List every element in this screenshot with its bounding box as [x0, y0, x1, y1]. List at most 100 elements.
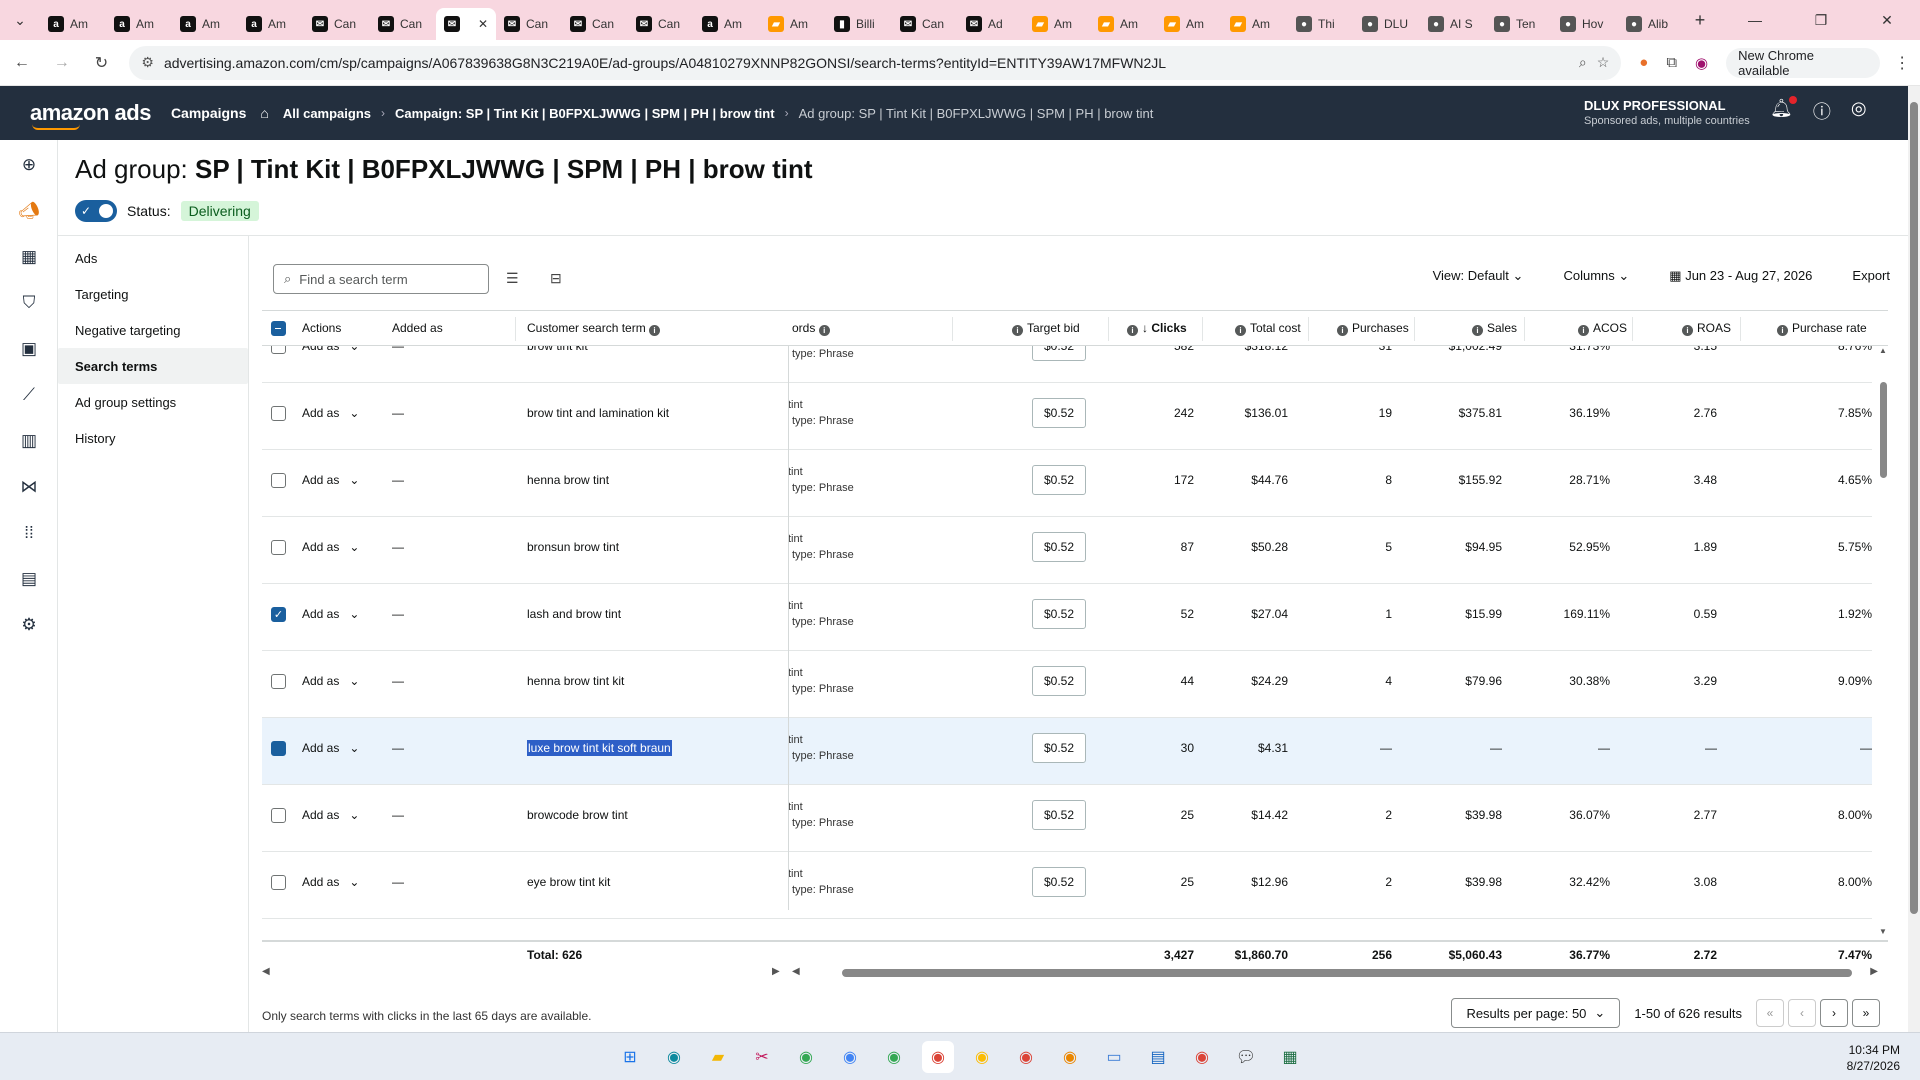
extension-icon[interactable]: ● — [1639, 54, 1648, 71]
close-tab-icon[interactable]: ✕ — [478, 17, 488, 31]
tab-search-icon[interactable]: ⌄ — [0, 0, 40, 40]
edge-browser-icon[interactable]: ◉ — [658, 1041, 690, 1073]
browser-tab[interactable]: a Am — [40, 8, 106, 40]
info-icon[interactable]: i — [818, 325, 830, 336]
browser-tab[interactable]: ● Alib — [1618, 8, 1684, 40]
notifications-bell-icon[interactable]: 🔔︎ — [1770, 96, 1797, 124]
select-all-checkbox[interactable] — [271, 321, 286, 336]
bookmark-star-icon[interactable]: ☆ — [1597, 54, 1610, 71]
column-target-bid[interactable]: i Target bid — [1012, 321, 1080, 336]
subnav-ad-group-settings[interactable]: Ad group settings — [58, 384, 248, 420]
results-per-page-dropdown[interactable]: Results per page: 50 ⌄ — [1451, 998, 1621, 1028]
settings-gear-icon[interactable]: ⚙ — [0, 602, 58, 648]
chrome-profile-icon[interactable]: ◉ — [834, 1041, 866, 1073]
table-vertical-scrollbar[interactable]: ▲ ▼ — [1878, 346, 1888, 936]
browser-tab[interactable]: ▰ Am — [760, 8, 826, 40]
customer-search-term[interactable]: henna brow tint — [527, 473, 609, 487]
info-icon[interactable]: i — [1127, 325, 1138, 336]
create-icon[interactable]: ⊕ — [0, 142, 58, 188]
column-keywords[interactable]: ords i — [792, 321, 834, 336]
row-checkbox[interactable]: ✓ — [271, 607, 286, 622]
chrome-profile-icon[interactable]: ◉ — [1010, 1041, 1042, 1073]
amazon-ads-logo[interactable]: amazon ads — [30, 100, 151, 130]
maximize-icon[interactable]: ❐ — [1788, 0, 1854, 40]
row-checkbox[interactable] — [271, 674, 286, 689]
browser-tab[interactable]: ● DLU — [1354, 8, 1420, 40]
subnav-negative-targeting[interactable]: Negative targeting — [58, 312, 248, 348]
home-icon[interactable]: ⌂ — [260, 105, 268, 121]
target-bid-input[interactable]: $0.52 — [1032, 867, 1086, 897]
bulk-download-icon[interactable]: ⊟ — [550, 270, 562, 287]
view-dropdown[interactable]: View: Default ⌄ — [1433, 268, 1524, 284]
scroll-thumb[interactable] — [1880, 382, 1887, 478]
site-info-icon[interactable]: ⚙ — [141, 54, 154, 71]
target-bid-input[interactable]: $0.52 — [1032, 666, 1086, 696]
previous-page-button[interactable]: ‹ — [1788, 999, 1816, 1027]
customer-search-term[interactable]: lash and brow tint — [527, 607, 621, 621]
subnav-history[interactable]: History — [58, 420, 248, 456]
row-checkbox[interactable] — [271, 808, 286, 823]
analytics-line-icon[interactable]: ⟋ — [0, 372, 58, 418]
browser-tab[interactable]: ✉ Can — [892, 8, 958, 40]
profile-icon[interactable]: ◉ — [1695, 54, 1708, 72]
add-as-dropdown[interactable]: Add as ⌄ — [302, 473, 359, 487]
last-page-button[interactable]: » — [1852, 999, 1880, 1027]
customer-search-term[interactable]: eye brow tint kit — [527, 875, 610, 889]
browser-tab[interactable]: a Am — [172, 8, 238, 40]
chrome-profile-icon[interactable]: ◉ — [878, 1041, 910, 1073]
column-added-as[interactable]: Added as — [392, 321, 443, 335]
breadcrumb-all-campaigns[interactable]: All campaigns — [283, 106, 371, 121]
add-as-dropdown[interactable]: Add as ⌄ — [302, 607, 359, 621]
target-bid-input[interactable]: $0.52 — [1032, 800, 1086, 830]
apps-grid-icon[interactable]: ⁞⁞ — [0, 510, 58, 556]
brand-shield-icon[interactable]: ⛉ — [0, 280, 58, 326]
extensions-puzzle-icon[interactable]: ⧉ — [1666, 54, 1677, 71]
file-explorer-icon[interactable]: ▰ — [702, 1041, 734, 1073]
close-window-icon[interactable]: ✕ — [1854, 0, 1920, 40]
browser-tab[interactable]: ✉ Can — [370, 8, 436, 40]
info-icon[interactable]: i — [1682, 325, 1693, 336]
browser-tab[interactable]: ▮ Billi — [826, 8, 892, 40]
campaigns-nav-link[interactable]: Campaigns — [171, 105, 246, 121]
browser-tab[interactable]: ▰ Am — [1156, 8, 1222, 40]
help-icon[interactable]: ⓘ — [1813, 98, 1831, 124]
reload-icon[interactable]: ↻ — [84, 45, 120, 81]
column-purchases[interactable]: i Purchases — [1337, 321, 1409, 336]
row-checkbox[interactable] — [271, 875, 286, 890]
page-scroll-thumb[interactable] — [1910, 102, 1918, 914]
chrome-profile-icon[interactable]: ◉ — [790, 1041, 822, 1073]
info-icon[interactable]: i — [649, 325, 661, 336]
target-bid-input[interactable]: $0.52 — [1032, 532, 1086, 562]
column-clicks-sorted[interactable]: i ↓ Clicks — [1127, 321, 1187, 336]
customer-search-term[interactable]: henna brow tint kit — [527, 674, 624, 688]
horizontal-scroll-thumb[interactable] — [842, 969, 1852, 977]
browser-tab[interactable]: ✉ Can — [304, 8, 370, 40]
row-checkbox[interactable] — [271, 540, 286, 555]
target-bid-input[interactable]: $0.52 — [1032, 599, 1086, 629]
target-bid-input[interactable]: $0.52 — [1032, 398, 1086, 428]
filter-icon[interactable]: ☰ — [506, 270, 519, 287]
info-icon[interactable]: i — [1012, 325, 1023, 336]
chrome-profile-icon[interactable]: ◉ — [966, 1041, 998, 1073]
system-clock[interactable]: 10:34 PM 8/27/2026 — [1847, 1042, 1900, 1074]
target-bid-input[interactable]: $0.52 — [1032, 346, 1086, 361]
scroll-right-icon[interactable]: ▶ — [1870, 966, 1878, 977]
chat-app-icon[interactable]: 💬︎ — [1230, 1041, 1262, 1073]
columns-dropdown[interactable]: Columns ⌄ — [1563, 268, 1629, 284]
campaigns-megaphone-icon[interactable]: 📣︎ — [0, 188, 58, 234]
info-icon[interactable]: i — [1235, 325, 1246, 336]
url-text[interactable]: advertising.amazon.com/cm/sp/campaigns/A… — [164, 55, 1569, 71]
browser-tab[interactable]: ✉ Can — [628, 8, 694, 40]
subnav-targeting[interactable]: Targeting — [58, 276, 248, 312]
dashboard-icon[interactable]: ▦ — [0, 234, 58, 280]
subnav-ads[interactable]: Ads — [58, 240, 248, 276]
browser-tab[interactable]: ● Ten — [1486, 8, 1552, 40]
customer-search-term[interactable]: brow tint and lamination kit — [527, 406, 669, 420]
column-customer-search-term[interactable]: Customer search term i — [527, 321, 664, 336]
back-icon[interactable]: ← — [4, 45, 40, 81]
creative-image-icon[interactable]: ▣ — [0, 326, 58, 372]
info-icon[interactable]: i — [1337, 325, 1348, 336]
snipping-tool-icon[interactable]: ✂ — [746, 1041, 778, 1073]
browser-tab[interactable]: ▰ Am — [1024, 8, 1090, 40]
browser-tab[interactable]: ▰ Am — [1222, 8, 1288, 40]
